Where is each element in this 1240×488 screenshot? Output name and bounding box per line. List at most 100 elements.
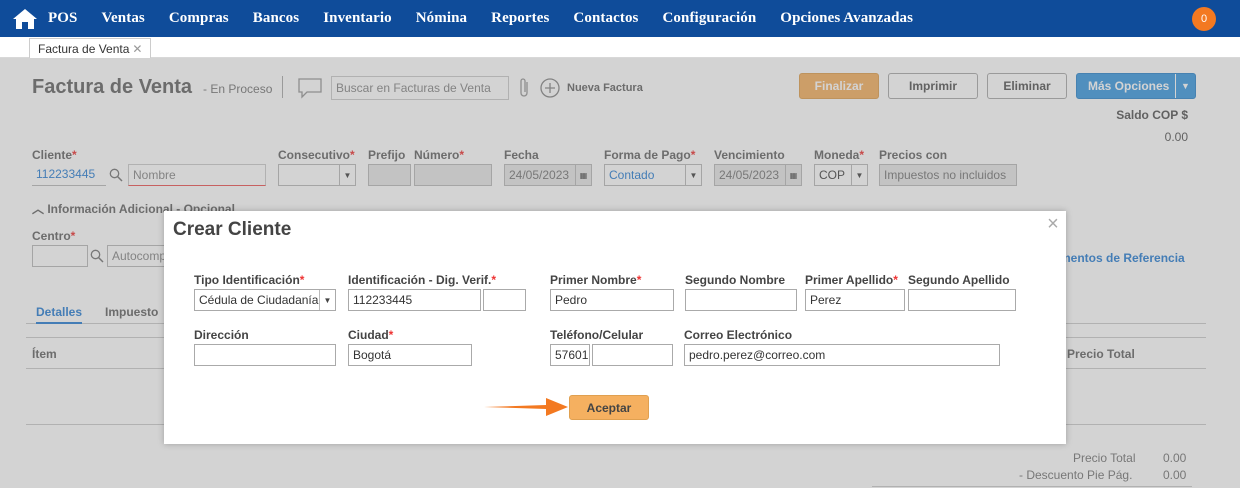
footer-discount-value: 0.00 <box>1163 468 1187 482</box>
tab-factura-de-venta[interactable]: Factura de Venta ✕ <box>29 38 152 58</box>
consecutive-select[interactable]: ▼ <box>278 164 356 186</box>
date-field[interactable]: 24/05/2023 ▦ <box>504 164 592 186</box>
prefix-field <box>368 164 411 186</box>
number-label: Número* <box>414 148 465 162</box>
address-label: Dirección <box>194 328 249 342</box>
more-options-button[interactable]: Más Opciones ▼ <box>1076 73 1196 99</box>
client-name-field[interactable]: Nombre <box>128 164 266 186</box>
modal-title: Crear Cliente <box>173 219 292 240</box>
nav-pos[interactable]: POS <box>48 10 77 27</box>
nav-configuracion[interactable]: Configuración <box>662 10 756 27</box>
balance-label: Saldo COP $ <box>1116 108 1188 122</box>
nav-contactos[interactable]: Contactos <box>573 10 638 27</box>
prices-label: Precios con <box>879 148 948 162</box>
calendar-icon[interactable]: ▦ <box>575 165 591 185</box>
chevron-up-icon: ︿ <box>32 202 48 216</box>
second-surname-field[interactable] <box>908 289 1016 311</box>
top-nav: POS Ventas Compras Bancos Inventario Nóm… <box>0 0 1240 37</box>
search-icon[interactable] <box>109 168 123 182</box>
payment-method-label: Forma de Pago* <box>604 148 696 162</box>
search-input[interactable]: Buscar en Facturas de Venta <box>331 76 509 100</box>
due-date-value: 24/05/2023 <box>719 168 780 182</box>
verification-digit-field[interactable] <box>483 289 526 311</box>
second-name-label: Segundo Nombre <box>685 273 786 287</box>
phone-prefix-field[interactable]: 57601 <box>550 344 590 366</box>
add-circle-icon[interactable] <box>540 78 560 98</box>
client-id-field[interactable]: 112233445 <box>32 164 106 186</box>
second-name-field[interactable] <box>685 289 797 311</box>
identification-field[interactable]: 112233445 <box>348 289 481 311</box>
tab-impuestos[interactable]: Impuesto <box>105 305 158 319</box>
date-value: 24/05/2023 <box>509 168 570 182</box>
divider <box>282 76 283 98</box>
footer-discount-label: - Descuento Pie Pág. <box>1019 468 1133 482</box>
identification-label: Identificación - Dig. Verif.* <box>348 273 497 287</box>
tab-detalles[interactable]: Detalles <box>36 305 83 324</box>
chevron-down-icon[interactable]: ▼ <box>339 165 355 185</box>
nav-inventario[interactable]: Inventario <box>323 10 392 27</box>
center-field[interactable] <box>32 245 88 267</box>
city-label: Ciudad* <box>348 328 394 342</box>
comment-icon[interactable] <box>297 77 323 99</box>
nav-ventas[interactable]: Ventas <box>101 10 144 27</box>
reference-documents-link[interactable]: mentos de Referencia <box>1060 251 1185 265</box>
chevron-down-icon[interactable]: ▼ <box>851 165 867 185</box>
page-title: Factura de Venta <box>32 76 193 98</box>
close-icon[interactable]: × <box>1044 214 1062 234</box>
second-surname-label: Segundo Apellido <box>908 273 1010 287</box>
payment-method-value: Contado <box>609 168 655 182</box>
prices-field: Impuestos no incluidos <box>879 164 1017 186</box>
center-label: Centro* <box>32 229 76 243</box>
attachment-icon[interactable] <box>518 77 530 99</box>
payment-method-select[interactable]: Contado ▼ <box>604 164 702 186</box>
more-options-label: Más Opciones <box>1088 79 1170 93</box>
first-name-label: Primer Nombre* <box>550 273 642 287</box>
close-icon[interactable]: ✕ <box>132 42 142 56</box>
due-date-label: Vencimiento <box>714 148 785 162</box>
accept-button[interactable]: Aceptar <box>569 395 649 420</box>
phone-label: Teléfono/Celular <box>550 328 644 342</box>
nav-compras[interactable]: Compras <box>169 10 229 27</box>
date-label: Fecha <box>504 148 539 162</box>
nav-reportes[interactable]: Reportes <box>491 10 549 27</box>
id-type-select[interactable]: Cédula de Ciudadanía ▼ <box>194 289 336 311</box>
due-date-field[interactable]: 24/05/2023 ▦ <box>714 164 802 186</box>
print-button[interactable]: Imprimir <box>888 73 978 99</box>
arrow-pointer-icon <box>484 398 568 416</box>
chevron-down-icon[interactable]: ▼ <box>1175 74 1195 98</box>
prefix-label: Prefijo <box>368 148 406 162</box>
address-field[interactable] <box>194 344 336 366</box>
chevron-down-icon[interactable]: ▼ <box>319 290 335 310</box>
new-invoice-link[interactable]: Nueva Factura <box>567 82 643 94</box>
consecutive-label: Consecutivo* <box>278 148 355 162</box>
column-header-item: Ítem <box>32 347 57 361</box>
nav-bancos[interactable]: Bancos <box>253 10 299 27</box>
first-name-field[interactable]: Pedro <box>550 289 674 311</box>
create-client-modal: Crear Cliente × Tipo Identificación* Ide… <box>164 211 1066 444</box>
nav-nomina[interactable]: Nómina <box>416 10 467 27</box>
id-type-value: Cédula de Ciudadanía <box>199 293 319 307</box>
phone-field[interactable] <box>592 344 673 366</box>
search-icon[interactable] <box>90 249 104 263</box>
email-field[interactable]: pedro.perez@correo.com <box>684 344 1000 366</box>
divider <box>872 486 1192 487</box>
delete-button[interactable]: Eliminar <box>987 73 1067 99</box>
city-field[interactable]: Bogotá <box>348 344 472 366</box>
notification-badge[interactable]: 0 <box>1192 7 1216 31</box>
currency-select[interactable]: COP ▼ <box>814 164 868 186</box>
client-label: Cliente* <box>32 148 77 162</box>
column-header-precio-total: Precio Total <box>1067 347 1135 361</box>
finalize-button[interactable]: Finalizar <box>799 73 879 99</box>
email-label: Correo Electrónico <box>684 328 793 342</box>
total-value: 0.00 <box>1163 451 1187 465</box>
currency-label: Moneda* <box>814 148 865 162</box>
home-icon[interactable] <box>12 8 38 30</box>
nav-opciones-avanzadas[interactable]: Opciones Avanzadas <box>780 10 913 27</box>
tab-label: Factura de Venta <box>38 41 130 56</box>
id-type-label: Tipo Identificación* <box>194 273 305 287</box>
first-surname-field[interactable]: Perez <box>805 289 905 311</box>
currency-value: COP <box>819 168 846 182</box>
tab-strip: Factura de Venta ✕ <box>0 37 1240 58</box>
calendar-icon[interactable]: ▦ <box>785 165 801 185</box>
chevron-down-icon[interactable]: ▼ <box>685 165 701 185</box>
